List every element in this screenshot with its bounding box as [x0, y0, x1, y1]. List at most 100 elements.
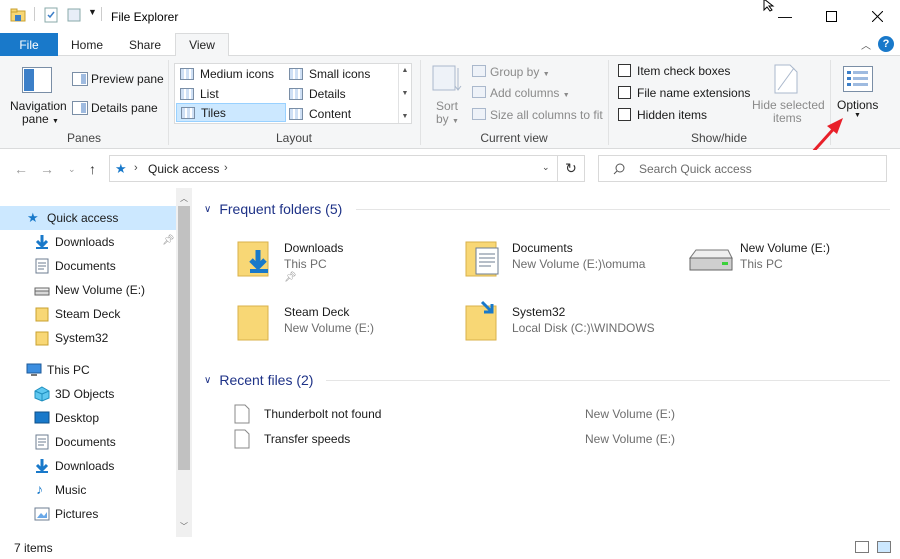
breadcrumb-quick-access[interactable]: Quick access — [148, 162, 219, 176]
sidebar-item-downloads[interactable]: Downloads 📌︎ — [0, 230, 176, 254]
sidebar-item-new-volume[interactable]: New Volume (E:) — [0, 278, 176, 302]
layout-list[interactable]: List — [176, 84, 284, 103]
forward-button[interactable]: → — [40, 161, 54, 177]
tab-file[interactable]: File — [0, 33, 58, 56]
item-check-boxes-checkbox[interactable] — [618, 64, 631, 77]
tab-share[interactable]: Share — [116, 33, 174, 56]
up-button[interactable]: ↑ — [89, 161, 96, 177]
sidebar-item-3d-objects[interactable]: 3D Objects — [0, 382, 176, 406]
sidebar-item-documents[interactable]: Documents — [0, 254, 176, 278]
properties-icon[interactable] — [43, 7, 59, 23]
breadcrumb-chevron-icon[interactable]: › — [224, 162, 228, 174]
folder-tile-steam-deck[interactable]: Steam Deck New Volume (E:) — [236, 300, 456, 352]
layout-gallery-scroll[interactable]: ▲ ▼ ▼ — [398, 64, 411, 123]
more-icon[interactable]: ▼ — [402, 113, 409, 120]
preview-pane-button[interactable]: Preview pane — [91, 72, 164, 86]
scroll-up-icon[interactable]: ︿ — [180, 193, 188, 204]
pin-icon[interactable]: 📌︎ — [162, 235, 175, 246]
options-icon[interactable] — [843, 66, 873, 95]
options-button[interactable]: Options — [837, 98, 878, 112]
scroll-down-icon[interactable]: ﹀ — [180, 521, 188, 532]
folder-tile-documents[interactable]: Documents New Volume (E:)\omuma — [464, 236, 684, 288]
sidebar-item-quick-access[interactable]: ★ Quick access — [0, 206, 176, 230]
details-pane-icon[interactable] — [72, 101, 88, 118]
new-folder-icon[interactable] — [66, 7, 82, 23]
scrollbar-thumb[interactable] — [178, 206, 190, 470]
system-folder-icon — [465, 300, 497, 341]
file-icon — [234, 404, 250, 424]
tab-view[interactable]: View — [175, 33, 229, 57]
recent-file-row[interactable]: Transfer speeds New Volume (E:) — [224, 427, 704, 451]
sidebar-item-documents-pc[interactable]: Documents — [0, 430, 176, 454]
size-all-columns-button[interactable]: Size all columns to fit — [490, 108, 603, 122]
group-by-button[interactable]: Group by ▼ — [490, 65, 550, 79]
folder-location: Local Disk (C:)\WINDOWS — [512, 321, 655, 335]
chevron-down-icon[interactable]: ∨ — [204, 204, 211, 215]
file-location: New Volume (E:) — [585, 432, 676, 446]
sidebar-item-music[interactable]: ♪ Music — [0, 478, 176, 502]
maximize-button[interactable] — [808, 0, 854, 32]
chevron-down-icon[interactable]: ∨ — [204, 375, 211, 386]
details-pane-button[interactable]: Details pane — [91, 101, 158, 115]
file-name: Thunderbolt not found — [264, 407, 382, 421]
item-check-boxes-label[interactable]: Item check boxes — [637, 64, 730, 78]
recent-locations-button[interactable]: ⌄ — [68, 164, 76, 175]
customize-quick-access-icon[interactable]: ▼ — [88, 7, 97, 17]
recent-files-header[interactable]: ∨ Recent files (2) — [204, 372, 313, 388]
details-view-button[interactable] — [855, 541, 869, 553]
sort-by-label-2[interactable]: by ▼ — [436, 112, 459, 126]
scroll-up-icon[interactable]: ▲ — [402, 67, 409, 74]
navigation-pane-button[interactable]: Navigation — [10, 99, 67, 113]
breadcrumb-chevron-icon[interactable]: › — [134, 162, 138, 174]
tab-home[interactable]: Home — [58, 33, 116, 56]
navigation-pane-label-2[interactable]: pane ▼ — [22, 112, 59, 126]
large-icons-view-button[interactable] — [877, 541, 891, 553]
layout-small-icons[interactable]: Small icons — [285, 64, 397, 83]
options-dropdown-icon[interactable]: ▼ — [854, 112, 861, 119]
sidebar-item-downloads-pc[interactable]: Downloads — [0, 454, 176, 478]
sidebar-item-pictures[interactable]: Pictures — [0, 502, 176, 526]
hidden-items-label[interactable]: Hidden items — [637, 108, 707, 122]
folder-tile-system32[interactable]: System32 Local Disk (C:)\WINDOWS — [464, 300, 684, 352]
layout-tiles[interactable]: Tiles — [176, 103, 286, 122]
layout-details[interactable]: Details — [285, 84, 397, 103]
add-columns-button[interactable]: Add columns ▼ — [490, 86, 570, 100]
sort-by-icon[interactable] — [432, 64, 462, 97]
preview-pane-icon[interactable] — [72, 72, 88, 89]
folder-tile-downloads[interactable]: Downloads This PC 📌︎ — [236, 236, 456, 288]
refresh-button[interactable]: ↻ — [557, 155, 585, 182]
close-button[interactable] — [854, 0, 900, 32]
hide-selected-items-button[interactable]: Hide selected — [752, 98, 825, 112]
file-name-extensions-checkbox[interactable] — [618, 86, 631, 99]
sidebar-item-system32[interactable]: System32 — [0, 326, 176, 350]
layout-medium-icons[interactable]: Medium icons — [176, 64, 284, 83]
frequent-folders-header[interactable]: ∨ Frequent folders (5) — [204, 201, 342, 217]
address-dropdown-icon[interactable]: ⌄ — [542, 162, 550, 173]
file-name-extensions-label[interactable]: File name extensions — [637, 86, 750, 100]
folder-tile-new-volume[interactable]: New Volume (E:) This PC — [689, 236, 900, 288]
computer-icon — [26, 363, 42, 376]
recent-file-row[interactable]: Thunderbolt not found New Volume (E:) — [224, 402, 704, 426]
collapse-ribbon-icon[interactable]: ︿ — [861, 37, 871, 52]
sort-by-button[interactable]: Sort — [436, 99, 458, 113]
folder-name: Steam Deck — [284, 305, 350, 319]
hidden-items-checkbox[interactable] — [618, 108, 631, 121]
sidebar-item-this-pc[interactable]: This PC — [0, 358, 176, 382]
navigation-pane-icon[interactable] — [22, 67, 52, 96]
medium-icons-icon — [180, 67, 194, 80]
hide-selected-items-icon[interactable] — [774, 64, 798, 97]
search-box[interactable]: Search Quick access — [598, 155, 887, 182]
back-button[interactable]: ← — [14, 161, 28, 177]
explorer-folder-icon[interactable] — [10, 7, 26, 23]
sidebar-item-label: Documents — [55, 435, 116, 449]
sidebar-item-label: This PC — [47, 363, 90, 377]
address-bar[interactable]: ★ › Quick access › ⌄ — [109, 155, 558, 182]
sidebar-item-desktop[interactable]: Desktop — [0, 406, 176, 430]
navigation-pane-scrollbar[interactable]: ︿ ﹀ — [176, 188, 192, 537]
sidebar-item-steam-deck[interactable]: Steam Deck — [0, 302, 176, 326]
music-icon: ♪ — [36, 481, 43, 497]
scroll-down-icon[interactable]: ▼ — [402, 90, 409, 97]
layout-content[interactable]: Content — [285, 104, 397, 123]
sidebar-item-label: Downloads — [55, 235, 115, 249]
help-icon[interactable]: ? — [878, 36, 894, 52]
